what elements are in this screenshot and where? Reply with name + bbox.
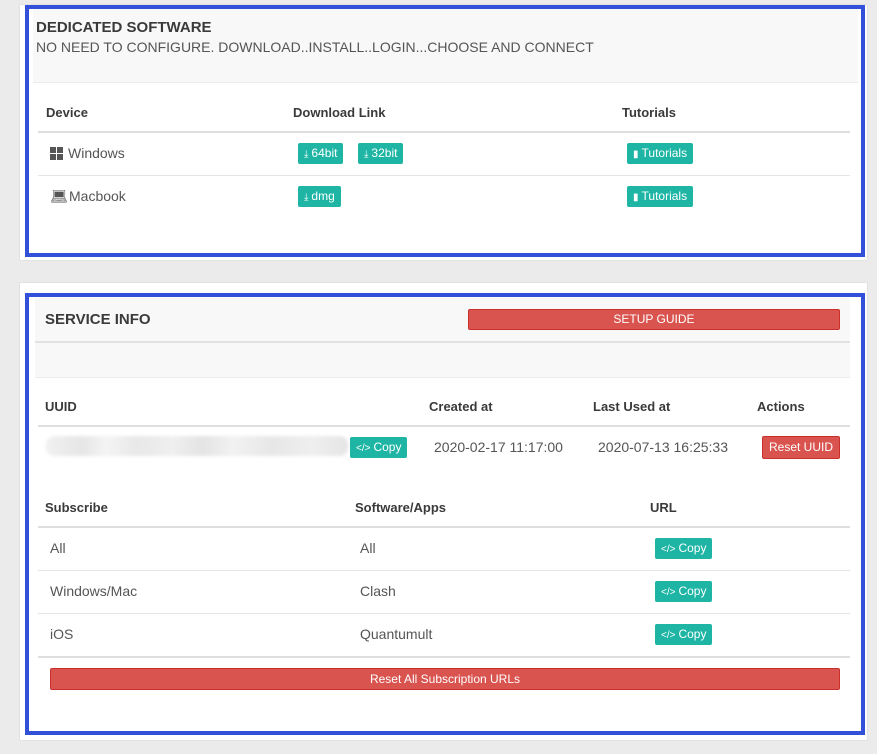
col-url: URL (650, 500, 677, 515)
uuid-value-redacted (46, 436, 348, 456)
download-32bit-button[interactable]: ⤓ 32bit (358, 143, 404, 164)
download-icon: ⤓ (364, 149, 369, 160)
divider (38, 526, 850, 528)
divider (38, 656, 850, 658)
col-download-link: Download Link (293, 105, 386, 120)
col-software-apps: Software/Apps (355, 500, 447, 515)
book-icon: ▮ (633, 149, 639, 160)
windows-icon (50, 147, 63, 160)
created-at-value: 2020-02-17 11:17:00 (434, 439, 563, 455)
divider (38, 570, 850, 571)
copy-url-all-button[interactable]: </> Copy (655, 538, 713, 559)
reset-all-subscription-urls-button[interactable]: Reset All Subscription URLs (50, 668, 840, 690)
tutorials-macbook-button[interactable]: ▮ Tutorials (627, 186, 694, 207)
app-quantumult: Quantumult (360, 626, 433, 642)
copy-uuid-button[interactable]: </> Copy (350, 437, 408, 458)
divider (38, 425, 850, 427)
download-dmg-button[interactable]: ⤓ dmg (298, 186, 341, 207)
subscribe-windows-mac: Windows/Mac (50, 583, 138, 599)
service-info-subheader (35, 343, 850, 378)
service-info-title: SERVICE INFO (45, 311, 151, 328)
copy-url-clash-button[interactable]: </> Copy (655, 581, 713, 602)
code-icon: </> (661, 587, 676, 598)
book-icon: ▮ (633, 192, 639, 203)
divider (38, 613, 850, 614)
dedicated-software-title: DEDICATED SOFTWARE (36, 19, 212, 36)
col-actions: Actions (757, 399, 805, 414)
app-all: All (360, 540, 376, 556)
divider (38, 175, 850, 176)
col-tutorials: Tutorials (622, 105, 676, 120)
code-icon: </> (356, 443, 371, 454)
reset-uuid-button[interactable]: Reset UUID (762, 436, 840, 459)
download-64bit-button[interactable]: ⤓ 64bit (298, 143, 344, 164)
app-clash: Clash (360, 583, 396, 599)
download-icon: ⤓ (304, 149, 309, 160)
col-last-used-at: Last Used at (593, 399, 671, 414)
divider (38, 131, 850, 133)
col-subscribe: Subscribe (45, 500, 108, 515)
laptop-icon: 💻︎ (50, 188, 68, 204)
col-device: Device (46, 105, 88, 120)
setup-guide-button[interactable]: SETUP GUIDE (468, 309, 840, 330)
device-macbook: Macbook (69, 188, 126, 204)
code-icon: </> (661, 544, 676, 555)
download-icon: ⤓ (304, 192, 309, 203)
col-uuid: UUID (45, 399, 77, 414)
subscribe-all: All (50, 540, 66, 556)
dedicated-software-subtitle: NO NEED TO CONFIGURE. DOWNLOAD..INSTALL.… (36, 39, 594, 55)
last-used-at-value: 2020-07-13 16:25:33 (598, 439, 728, 455)
subscribe-ios: iOS (50, 626, 74, 642)
dedicated-software-header: DEDICATED SOFTWARE NO NEED TO CONFIGURE.… (33, 8, 858, 83)
tutorials-windows-button[interactable]: ▮ Tutorials (627, 143, 694, 164)
col-created-at: Created at (429, 399, 493, 414)
device-windows: Windows (68, 145, 125, 161)
code-icon: </> (661, 630, 676, 641)
copy-url-quantumult-button[interactable]: </> Copy (655, 624, 713, 645)
